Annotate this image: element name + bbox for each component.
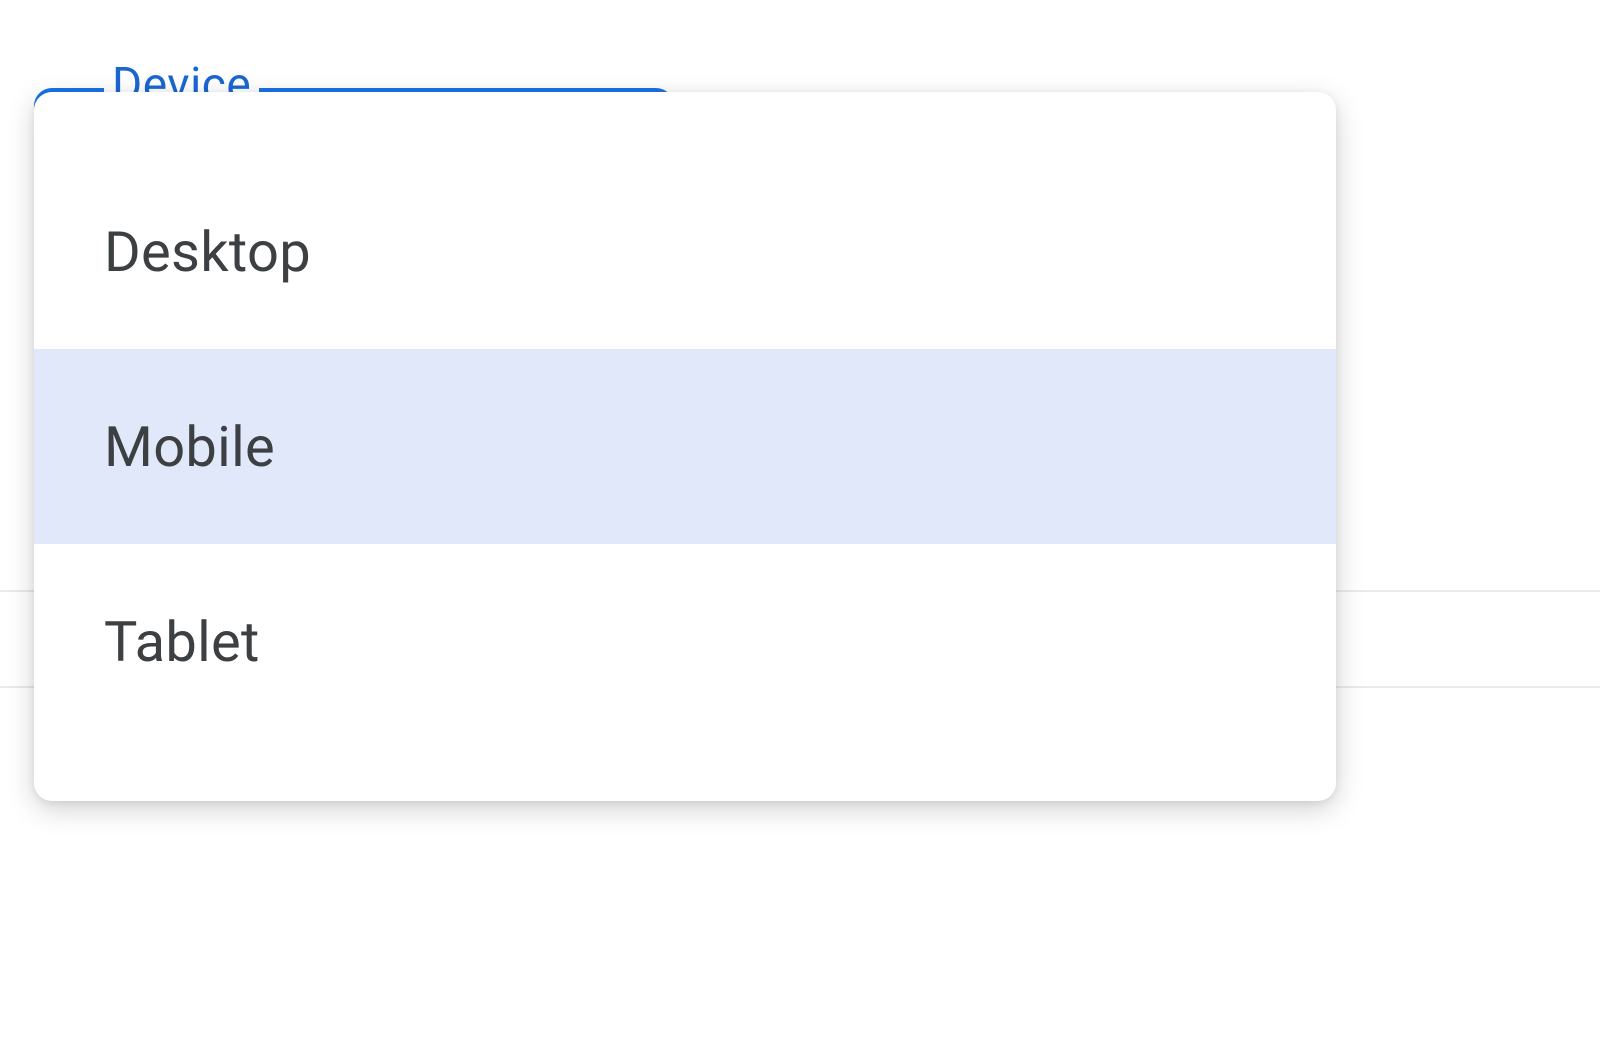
dropdown-option-mobile[interactable]: Mobile [34,349,1336,544]
dropdown-option-desktop[interactable]: Desktop [34,154,1336,349]
dropdown-option-label: Desktop [104,219,311,285]
device-dropdown-panel: Desktop Mobile Tablet [34,92,1336,801]
dropdown-option-label: Mobile [104,414,275,480]
dropdown-option-label: Tablet [104,609,260,675]
dropdown-option-tablet[interactable]: Tablet [34,544,1336,739]
